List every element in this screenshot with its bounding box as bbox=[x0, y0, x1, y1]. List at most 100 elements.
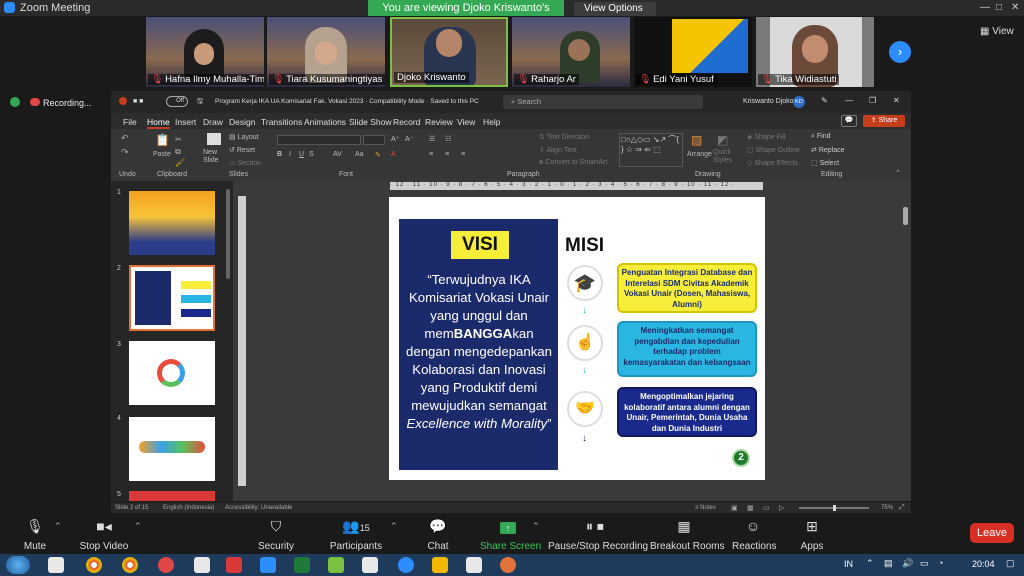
numbering-icon[interactable]: ☷ bbox=[445, 135, 451, 143]
video-tile[interactable]: 🎙Hafna Ilmy Muhalla-Tim ... bbox=[146, 17, 264, 87]
replace-button[interactable]: ⇄ Replace bbox=[811, 146, 845, 154]
calculator-icon[interactable] bbox=[362, 557, 378, 573]
paste-icon[interactable]: 📋 bbox=[155, 133, 170, 147]
battery-icon[interactable]: ▭ bbox=[920, 558, 929, 569]
security-button[interactable]: ⛉ Security bbox=[256, 517, 296, 552]
app-icon[interactable] bbox=[328, 557, 344, 573]
convert-smartart-button[interactable]: ⧈ Convert to SmartArt bbox=[539, 159, 607, 167]
new-slide-button[interactable]: New Slide bbox=[203, 149, 227, 165]
copy-icon[interactable]: ⧉ bbox=[175, 147, 181, 157]
decrease-font-icon[interactable]: A⁻ bbox=[405, 135, 413, 143]
network-icon[interactable]: ▤ bbox=[884, 558, 893, 569]
menu-slide-show[interactable]: Slide Show bbox=[349, 117, 392, 127]
excel-icon[interactable] bbox=[294, 557, 310, 573]
firefox-icon[interactable] bbox=[500, 557, 516, 573]
format-painter-icon[interactable]: 🖌 bbox=[175, 158, 185, 167]
next-page-arrow-icon[interactable]: › bbox=[889, 41, 911, 63]
stop-video-button[interactable]: ■◂ Stop Video bbox=[78, 517, 130, 552]
fit-slide-icon[interactable]: ⤢ bbox=[899, 504, 905, 512]
video-tile[interactable]: 🎙 Tika Widiastuti bbox=[756, 17, 874, 87]
mute-button[interactable]: 🎙 Mute bbox=[20, 517, 50, 552]
chrome-icon[interactable] bbox=[122, 557, 138, 573]
normal-view-icon[interactable]: ▣ bbox=[731, 504, 738, 512]
menu-review[interactable]: Review bbox=[425, 117, 453, 127]
shape-outline-button[interactable]: ▢ Shape Outline bbox=[747, 146, 800, 154]
close-icon[interactable]: ✕ bbox=[1011, 2, 1019, 13]
share-screen-button[interactable]: ↑ Share Screen bbox=[480, 517, 541, 552]
thumbnails-scrollbar[interactable] bbox=[226, 189, 230, 279]
current-slide[interactable]: VISI “Terwujudnya IKA Komisariat Vokasi … bbox=[389, 197, 765, 480]
file-explorer-icon[interactable] bbox=[48, 557, 64, 573]
zoom-percent[interactable]: 75% bbox=[881, 505, 893, 511]
reactions-button[interactable]: ☺ Reactions bbox=[732, 517, 776, 552]
bold-icon[interactable]: B bbox=[277, 151, 282, 158]
participants-button[interactable]: 👥15 Participants bbox=[328, 517, 384, 552]
slide-thumbnail-5[interactable] bbox=[129, 491, 215, 501]
chrome-icon[interactable] bbox=[86, 557, 102, 573]
align-text-button[interactable]: ⇳ Align Text bbox=[539, 146, 577, 154]
menu-animations[interactable]: Animations bbox=[304, 117, 346, 127]
font-size-select[interactable] bbox=[363, 135, 385, 145]
breakout-rooms-button[interactable]: ▦ Breakout Rooms bbox=[650, 517, 724, 552]
view-options-button[interactable]: View Options ⌄ bbox=[574, 2, 656, 28]
close-icon[interactable]: ✕ bbox=[893, 96, 900, 105]
clock[interactable]: 20:04 bbox=[972, 559, 995, 569]
menu-file[interactable]: File bbox=[123, 117, 137, 127]
increase-font-icon[interactable]: A⁺ bbox=[391, 135, 399, 143]
menu-insert[interactable]: Insert bbox=[175, 117, 196, 127]
slide-thumbnail-2-selected[interactable] bbox=[129, 265, 215, 331]
text-direction-button[interactable]: ⇅ Text Direction bbox=[539, 133, 589, 141]
acrobat-icon[interactable] bbox=[226, 557, 242, 573]
find-button[interactable]: ⌕ Find bbox=[811, 133, 831, 141]
font-family-select[interactable] bbox=[277, 135, 361, 145]
canvas-scrollbar[interactable] bbox=[903, 207, 908, 225]
language-indicator[interactable]: IN bbox=[844, 559, 853, 569]
minimize-icon[interactable]: — bbox=[980, 2, 990, 13]
align-right-icon[interactable]: ≡ bbox=[461, 151, 465, 158]
italic-icon[interactable]: I bbox=[289, 151, 291, 158]
redo-icon[interactable]: ↷ bbox=[121, 147, 129, 158]
quick-styles-icon[interactable]: ◩ bbox=[717, 133, 728, 147]
start-button-icon[interactable] bbox=[6, 556, 30, 574]
comments-icon[interactable]: 💬 bbox=[841, 115, 857, 127]
minimize-icon[interactable]: — bbox=[845, 96, 853, 105]
zoom-slider-thumb[interactable] bbox=[833, 505, 836, 511]
shape-effects-button[interactable]: ◇ Shape Effects bbox=[747, 159, 798, 167]
share-options-chevron-icon[interactable]: ⌃ bbox=[532, 521, 540, 532]
change-case-icon[interactable]: Aa bbox=[355, 151, 364, 158]
leave-button[interactable]: Leave bbox=[970, 523, 1014, 543]
recording-indicator[interactable]: Recording... bbox=[30, 95, 112, 111]
collapse-ribbon-icon[interactable]: ⌃ bbox=[895, 169, 901, 177]
arrange-button[interactable]: Arrange bbox=[687, 151, 712, 158]
layout-button[interactable]: ▤ Layout bbox=[229, 133, 259, 141]
quick-styles-button[interactable]: Quick Styles bbox=[713, 149, 735, 165]
slide-thumbnail-1[interactable] bbox=[129, 191, 215, 255]
bullets-icon[interactable]: ☰ bbox=[429, 135, 435, 143]
search-input[interactable]: ⌕ Search bbox=[503, 95, 703, 109]
cut-icon[interactable]: ✂ bbox=[175, 135, 182, 144]
pause-stop-recording-button[interactable]: ⏸ ⏹ Pause/Stop Recording bbox=[548, 517, 648, 552]
font-color-icon[interactable]: A bbox=[391, 151, 396, 158]
highlight-icon[interactable]: ✎ bbox=[375, 151, 381, 159]
character-spacing-icon[interactable]: AV bbox=[333, 151, 342, 158]
volume-icon[interactable]: 🔊 bbox=[902, 558, 913, 569]
section-button[interactable]: ▭ Section bbox=[229, 159, 261, 167]
menu-design[interactable]: Design bbox=[229, 117, 255, 127]
accessibility-status[interactable]: Accessibility: Unavailable bbox=[225, 505, 292, 511]
tray-chevron-icon[interactable]: ⌃ bbox=[866, 558, 874, 569]
select-button[interactable]: ⬚ Select bbox=[811, 159, 839, 167]
menu-record[interactable]: Record bbox=[393, 117, 420, 127]
mute-options-chevron-icon[interactable]: ⌃ bbox=[54, 521, 62, 532]
app-icon[interactable] bbox=[194, 557, 210, 573]
align-center-icon[interactable]: ≡ bbox=[445, 151, 449, 158]
user-avatar[interactable]: KD bbox=[793, 96, 805, 108]
shape-fill-button[interactable]: ◈ Shape Fill bbox=[747, 133, 785, 141]
shapes-gallery[interactable]: □○△◇▭ ↘↗ ⌒{ } ☆ ⇒ ⇐ ⬚ bbox=[619, 133, 683, 167]
participants-options-chevron-icon[interactable]: ⌃ bbox=[390, 521, 398, 532]
slide-sorter-icon[interactable]: ▦ bbox=[747, 504, 754, 512]
menu-help[interactable]: Help bbox=[483, 117, 500, 127]
pen-icon[interactable]: ✎ bbox=[821, 96, 828, 105]
slide-thumbnail-3[interactable] bbox=[129, 341, 215, 405]
wifi-icon[interactable]: ◔ bbox=[938, 558, 943, 568]
media-player-icon[interactable] bbox=[432, 557, 448, 573]
